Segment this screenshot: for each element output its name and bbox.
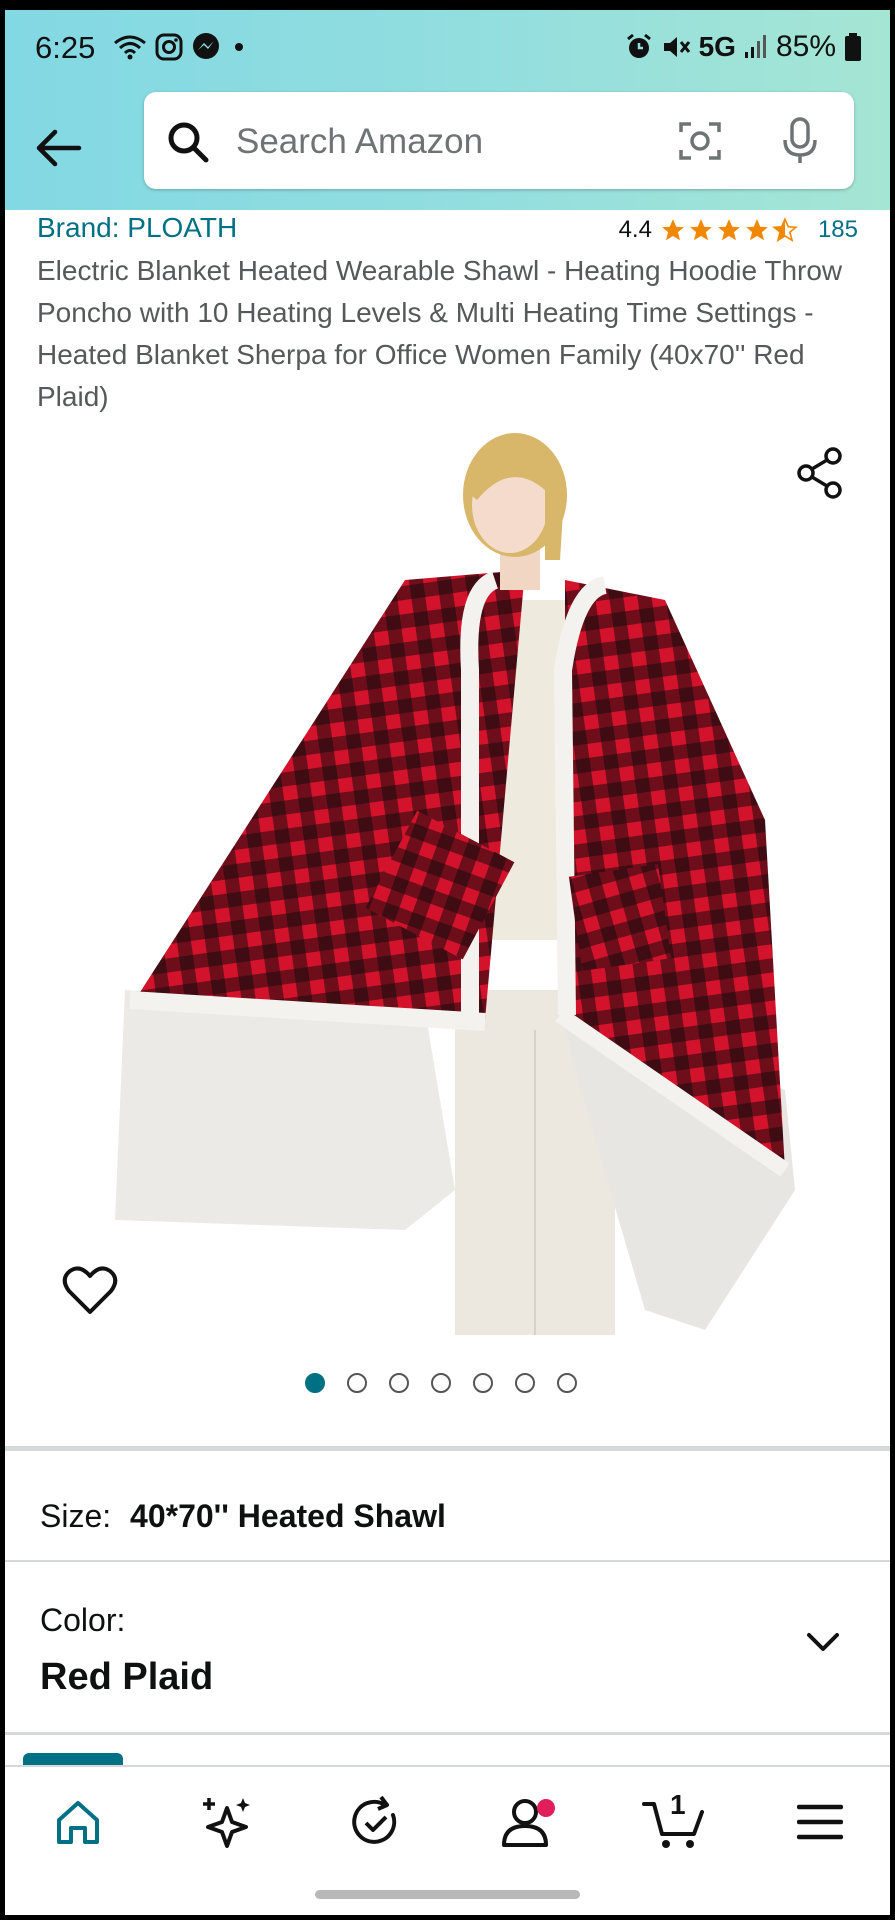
cart-count: 1 bbox=[670, 1789, 686, 1820]
color-value: Red Plaid bbox=[40, 1656, 214, 1698]
search-input[interactable]: Search Amazon bbox=[236, 122, 483, 162]
nav-home[interactable] bbox=[43, 1787, 113, 1857]
star-icon bbox=[718, 219, 740, 241]
search-icon bbox=[168, 122, 209, 163]
instagram-icon bbox=[155, 33, 183, 61]
nav-account[interactable] bbox=[490, 1787, 560, 1857]
rating-summary[interactable]: 4.4 185 bbox=[619, 216, 858, 244]
star-icon bbox=[746, 219, 768, 241]
carousel-dot[interactable] bbox=[431, 1373, 451, 1393]
nav-cart[interactable]: 1 bbox=[637, 1787, 713, 1857]
screen: 6:25 5G 85% Search Amazon Brand: PLOATH … bbox=[5, 10, 890, 1915]
carousel-dot[interactable] bbox=[347, 1373, 367, 1393]
sparkle-icon bbox=[203, 1798, 250, 1848]
product-title: Electric Blanket Heated Wearable Shawl -… bbox=[37, 255, 843, 412]
size-value: 40*70'' Heated Shawl bbox=[130, 1498, 446, 1534]
notification-badge bbox=[537, 1799, 555, 1817]
signal-icon bbox=[744, 35, 766, 58]
carousel-dot[interactable] bbox=[389, 1373, 409, 1393]
microphone-icon[interactable] bbox=[780, 116, 820, 166]
nav-rufus[interactable] bbox=[190, 1787, 260, 1857]
size-label: Size: bbox=[40, 1498, 112, 1534]
review-count[interactable]: 185 bbox=[818, 216, 858, 244]
star-icon bbox=[662, 219, 684, 241]
brand-link[interactable]: Brand: PLOATH bbox=[37, 212, 237, 244]
home-icon bbox=[57, 1801, 99, 1844]
header: 6:25 5G 85% Search Amazon bbox=[5, 10, 890, 210]
returns-icon bbox=[352, 1795, 397, 1844]
divider bbox=[5, 1560, 890, 1562]
active-tab-indicator bbox=[23, 1753, 123, 1765]
menu-icon bbox=[797, 1804, 843, 1840]
messenger-icon bbox=[193, 33, 219, 59]
bottom-nav: 1 bbox=[5, 1753, 890, 1875]
star-rating bbox=[660, 217, 798, 243]
section-divider bbox=[5, 1446, 890, 1451]
notification-dot-icon bbox=[235, 43, 243, 51]
battery-icon bbox=[845, 33, 861, 61]
nav-menu[interactable] bbox=[785, 1787, 855, 1857]
carousel-dot[interactable] bbox=[557, 1373, 577, 1393]
status-bar: 6:25 5G 85% bbox=[5, 10, 890, 90]
half-star-icon bbox=[772, 217, 798, 243]
camera-search-icon[interactable] bbox=[677, 118, 723, 164]
divider bbox=[5, 1732, 890, 1735]
chevron-down-icon[interactable] bbox=[805, 1630, 841, 1654]
carousel-dot[interactable] bbox=[473, 1373, 493, 1393]
back-arrow-icon[interactable] bbox=[29, 118, 89, 178]
image-carousel-indicator[interactable] bbox=[305, 1373, 577, 1393]
nav-reorder[interactable] bbox=[341, 1787, 411, 1857]
network-type: 5G bbox=[698, 31, 736, 62]
search-bar[interactable]: Search Amazon bbox=[144, 92, 854, 189]
carousel-dot[interactable] bbox=[305, 1373, 325, 1393]
wifi-icon bbox=[114, 35, 146, 60]
star-icon bbox=[690, 219, 712, 241]
product-image[interactable] bbox=[105, 430, 805, 1340]
wishlist-heart-icon[interactable] bbox=[62, 1265, 118, 1317]
status-time: 6:25 bbox=[35, 30, 96, 65]
carousel-dot[interactable] bbox=[515, 1373, 535, 1393]
color-label: Color: bbox=[40, 1602, 126, 1638]
share-icon[interactable] bbox=[795, 446, 845, 500]
battery-percent: 85% bbox=[775, 30, 836, 63]
mute-icon bbox=[663, 37, 690, 57]
size-selector[interactable]: Size: 40*70'' Heated Shawl bbox=[40, 1498, 446, 1535]
rating-value: 4.4 bbox=[618, 216, 652, 243]
alarm-icon bbox=[626, 33, 651, 58]
gesture-bar[interactable] bbox=[315, 1890, 580, 1899]
